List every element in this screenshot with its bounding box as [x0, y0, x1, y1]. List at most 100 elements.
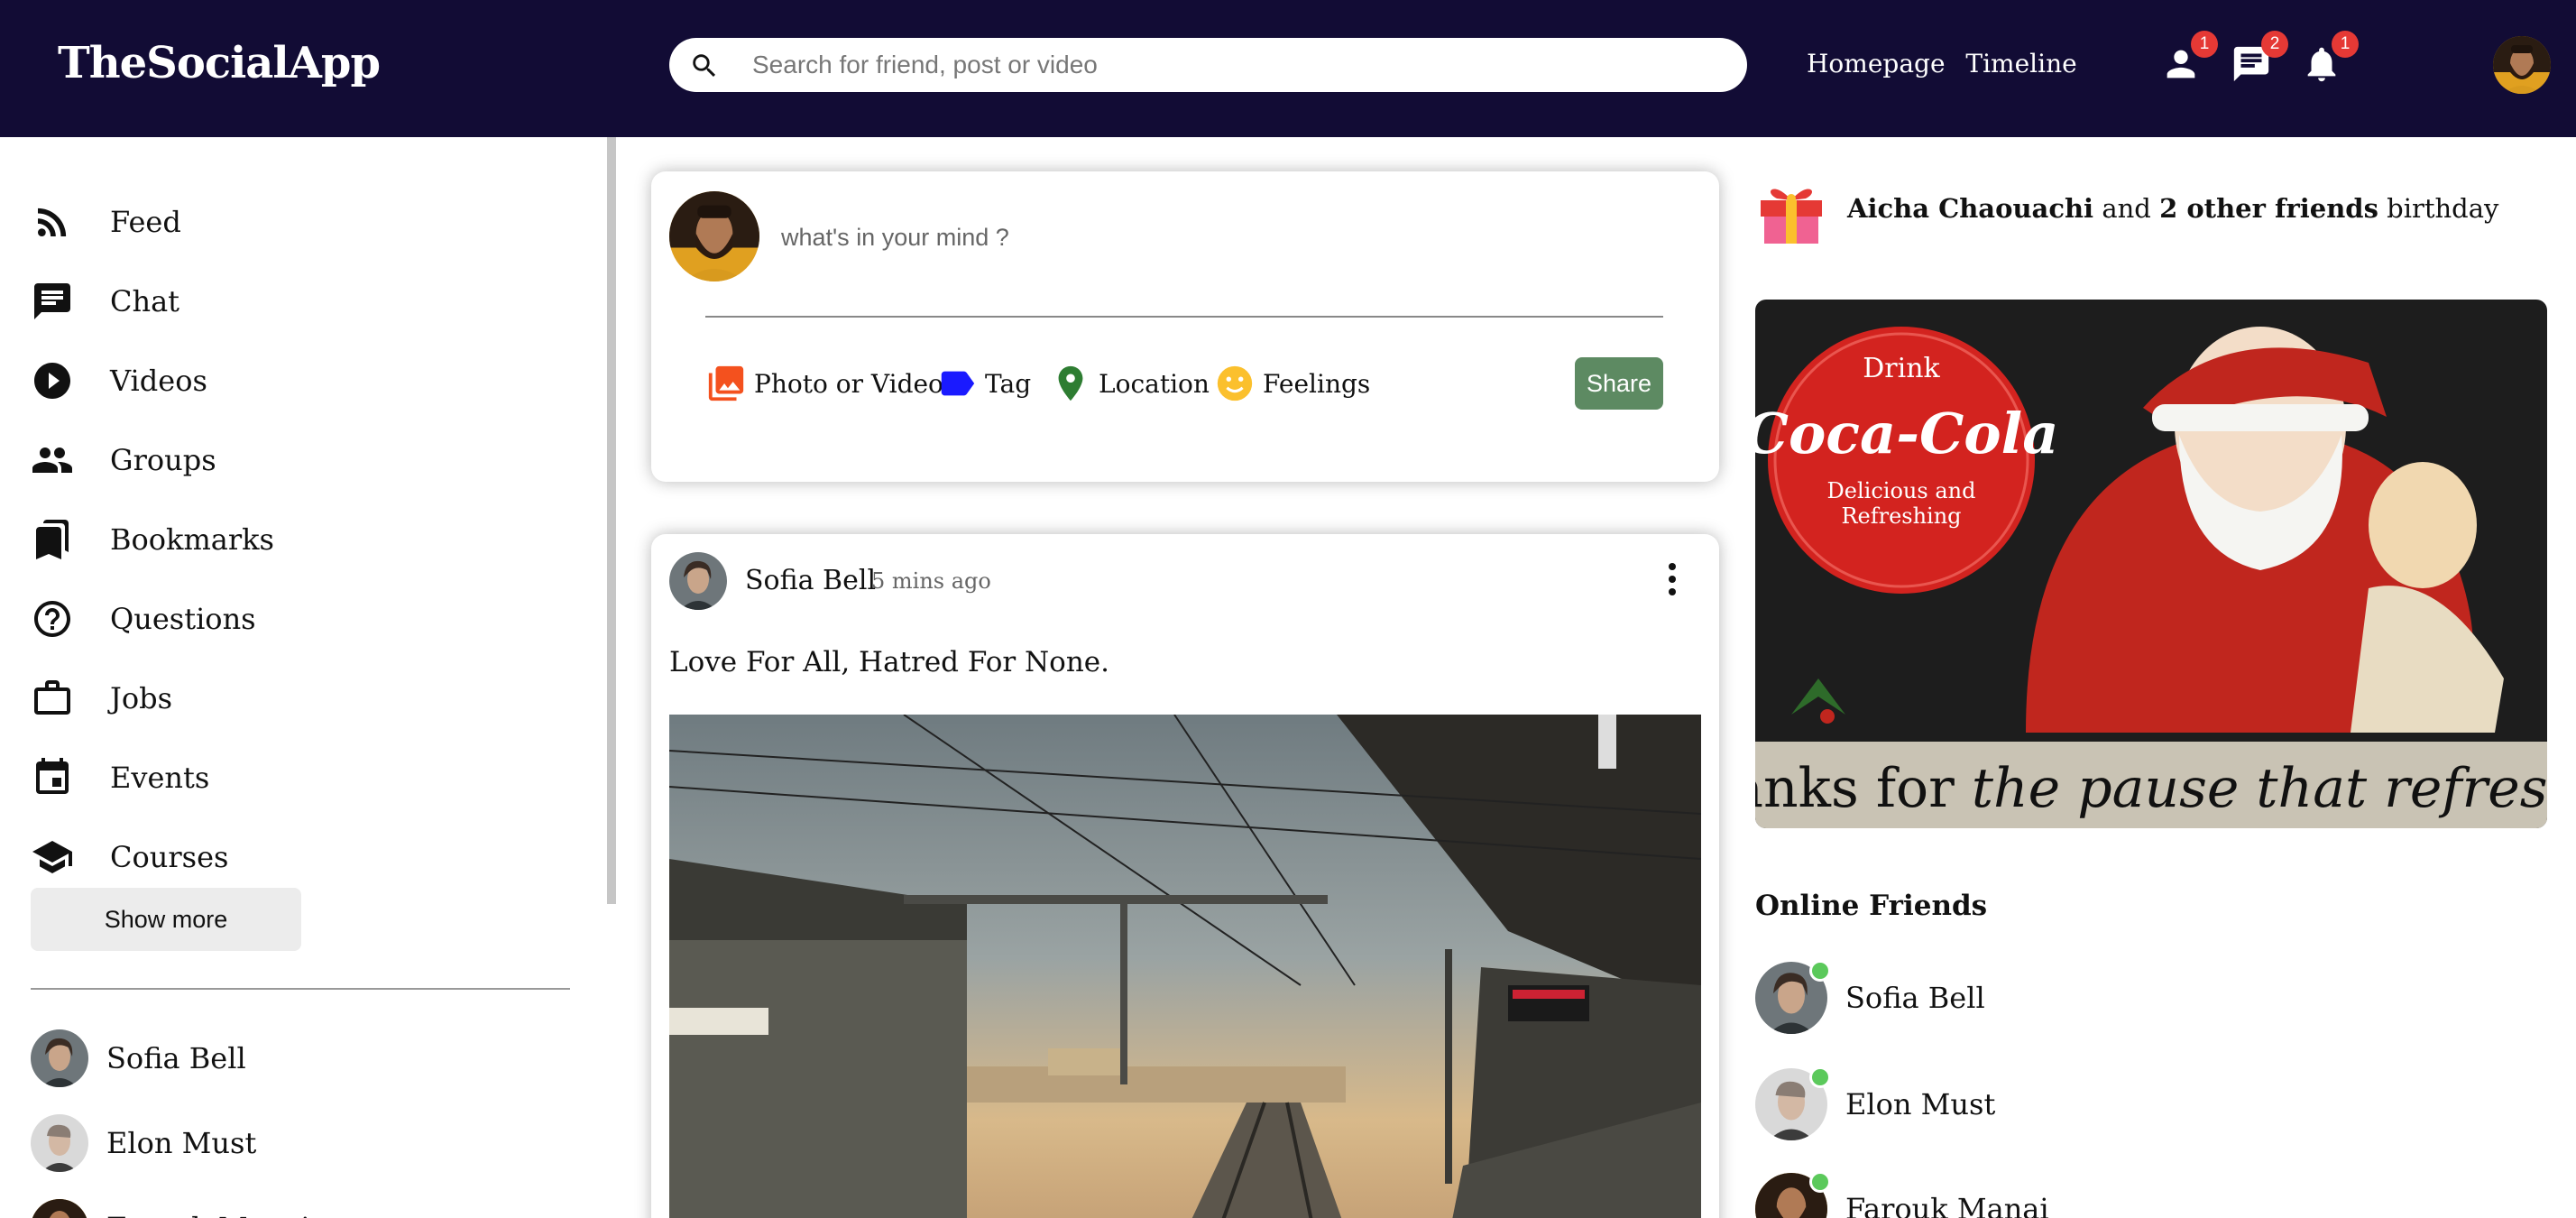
left-sidebar: Feed Chat Videos Groups Bookmarks Questi… [0, 137, 606, 1218]
post-image[interactable] [669, 715, 1701, 1218]
gift-icon [1761, 189, 1822, 244]
post-timestamp: 5 mins ago [871, 568, 991, 594]
online-status-dot [1809, 960, 1831, 982]
tag-option[interactable]: Tag [936, 363, 1031, 404]
chat-icon [34, 283, 70, 319]
avatar [31, 1029, 88, 1087]
nav-homepage-link[interactable]: Homepage [1807, 49, 1946, 78]
birthday-name: Aicha Chaouachi [1847, 193, 2094, 224]
photo-library-icon [708, 365, 744, 401]
sidebar-item-questions[interactable]: Questions [31, 592, 256, 646]
sidebar-item-label: Chat [110, 284, 180, 318]
play-circle-icon [34, 363, 70, 399]
birthday-suffix: birthday [2387, 193, 2499, 224]
sidebar-item-groups[interactable]: Groups [31, 433, 216, 487]
online-friends-title: Online Friends [1755, 890, 1988, 922]
online-friend[interactable]: Sofia Bell [1755, 960, 1985, 1034]
online-status-dot [1809, 1066, 1831, 1088]
notifications-button[interactable]: 1 [2301, 31, 2359, 88]
sidebar-item-label: Questions [110, 602, 256, 636]
sidebar-item-label: Bookmarks [110, 522, 274, 557]
bookmark-icon [36, 520, 69, 559]
online-status-dot [1809, 1171, 1831, 1193]
sidebar-item-events[interactable]: Events [31, 751, 209, 805]
friend-requests-button[interactable]: 1 [2160, 31, 2218, 88]
sidebar-divider [31, 988, 570, 990]
friend-name: Elon Must [106, 1126, 257, 1160]
ad-brand-sub1: Delicious and [1827, 478, 1976, 503]
online-friend-name: Elon Must [1845, 1087, 1996, 1121]
online-friend[interactable]: Farouk Manai [1755, 1171, 2049, 1218]
sidebar-item-jobs[interactable]: Jobs [31, 671, 172, 725]
feelings-label: Feelings [1263, 368, 1371, 399]
sidebar-item-videos[interactable]: Videos [31, 354, 207, 408]
feelings-option[interactable]: Feelings [1214, 363, 1370, 404]
birthday-joiner: and [2102, 193, 2151, 224]
sidebar-friend[interactable]: Sofia Bell [31, 1029, 246, 1088]
birthday-notice[interactable]: Aicha Chaouachi and 2 other friends birt… [1757, 171, 2551, 245]
nav-timeline-link[interactable]: Timeline [1965, 49, 2076, 78]
avatar[interactable] [669, 552, 727, 610]
sidebar-item-bookmarks[interactable]: Bookmarks [31, 512, 274, 567]
sidebar-friend[interactable]: Elon Must [31, 1113, 256, 1173]
profile-avatar[interactable] [2493, 36, 2551, 94]
online-friend[interactable]: Elon Must [1755, 1066, 1996, 1140]
sidebar-item-label: Jobs [110, 681, 172, 715]
app-logo[interactable]: TheSocialApp [58, 38, 381, 88]
avatar [669, 191, 759, 281]
label-icon [941, 371, 975, 396]
post-input[interactable] [781, 217, 1593, 258]
more-vert-icon[interactable] [1661, 559, 1683, 603]
share-divider [705, 316, 1663, 318]
location-pin-icon [1058, 365, 1083, 401]
post-text: Love For All, Hatred For None. [669, 646, 1109, 678]
avatar [31, 1199, 88, 1218]
sidebar-item-label: Courses [110, 840, 229, 874]
friend-requests-badge: 1 [2191, 31, 2218, 58]
location-option[interactable]: Location [1050, 363, 1210, 404]
sidebar-friend[interactable]: Farouk Manai [31, 1198, 310, 1218]
sidebar-item-chat[interactable]: Chat [31, 274, 179, 328]
sidebar-scrollbar[interactable] [607, 137, 616, 904]
topbar: TheSocialApp Homepage Timeline 1 2 1 [0, 0, 2576, 137]
ad-slogan: “Thanks for the pause that refreshes” [1755, 757, 2547, 820]
photo-video-label: Photo or Video [754, 368, 943, 399]
birthday-others: 2 other friends [2159, 193, 2378, 224]
ad-brand-sub2: Refreshing [1841, 503, 1961, 529]
search-input[interactable] [752, 38, 1726, 92]
sidebar-item-label: Videos [110, 364, 207, 398]
online-friend-name: Farouk Manai [1845, 1192, 2049, 1218]
tag-label: Tag [985, 368, 1032, 399]
search-icon [693, 54, 716, 78]
avatar [31, 1114, 88, 1172]
ad-slogan-a: “Thanks for [1755, 757, 1972, 820]
share-button[interactable]: Share [1575, 357, 1663, 410]
ad-brand-top: Drink [1863, 353, 1940, 384]
show-more-button[interactable]: Show more [31, 888, 301, 951]
emoji-icon [1217, 365, 1253, 401]
ad-slogan-b: the pause that refreshes” [1972, 757, 2547, 820]
friend-name: Sofia Bell [106, 1041, 246, 1075]
sidebar-item-label: Groups [110, 443, 216, 477]
post-card: Sofia Bell 5 mins ago Love For All, Hatr… [651, 534, 1719, 1218]
group-icon [32, 448, 72, 473]
birthday-text: Aicha Chaouachi and 2 other friends birt… [1847, 193, 2498, 224]
advertisement-image[interactable]: Drink Coca-Cola Delicious and Refreshing… [1755, 300, 2547, 828]
help-circle-icon [34, 601, 70, 637]
sidebar-item-feed[interactable]: Feed [31, 195, 181, 249]
messages-badge: 2 [2261, 31, 2288, 58]
notifications-badge: 1 [2332, 31, 2359, 58]
search-bar[interactable] [669, 38, 1747, 92]
school-icon [32, 841, 72, 873]
messages-button[interactable]: 2 [2231, 31, 2288, 88]
friend-name: Farouk Manai [106, 1211, 310, 1218]
briefcase-icon [34, 680, 70, 715]
sidebar-item-label: Feed [110, 205, 181, 239]
post-username[interactable]: Sofia Bell [745, 565, 876, 596]
rss-feed-icon [38, 208, 67, 236]
photo-video-option[interactable]: Photo or Video [705, 363, 943, 404]
sidebar-item-courses[interactable]: Courses [31, 830, 228, 884]
ad-brand: Coca-Cola [1755, 401, 2058, 466]
sidebar-item-label: Events [110, 761, 210, 795]
online-friend-name: Sofia Bell [1845, 981, 1985, 1015]
